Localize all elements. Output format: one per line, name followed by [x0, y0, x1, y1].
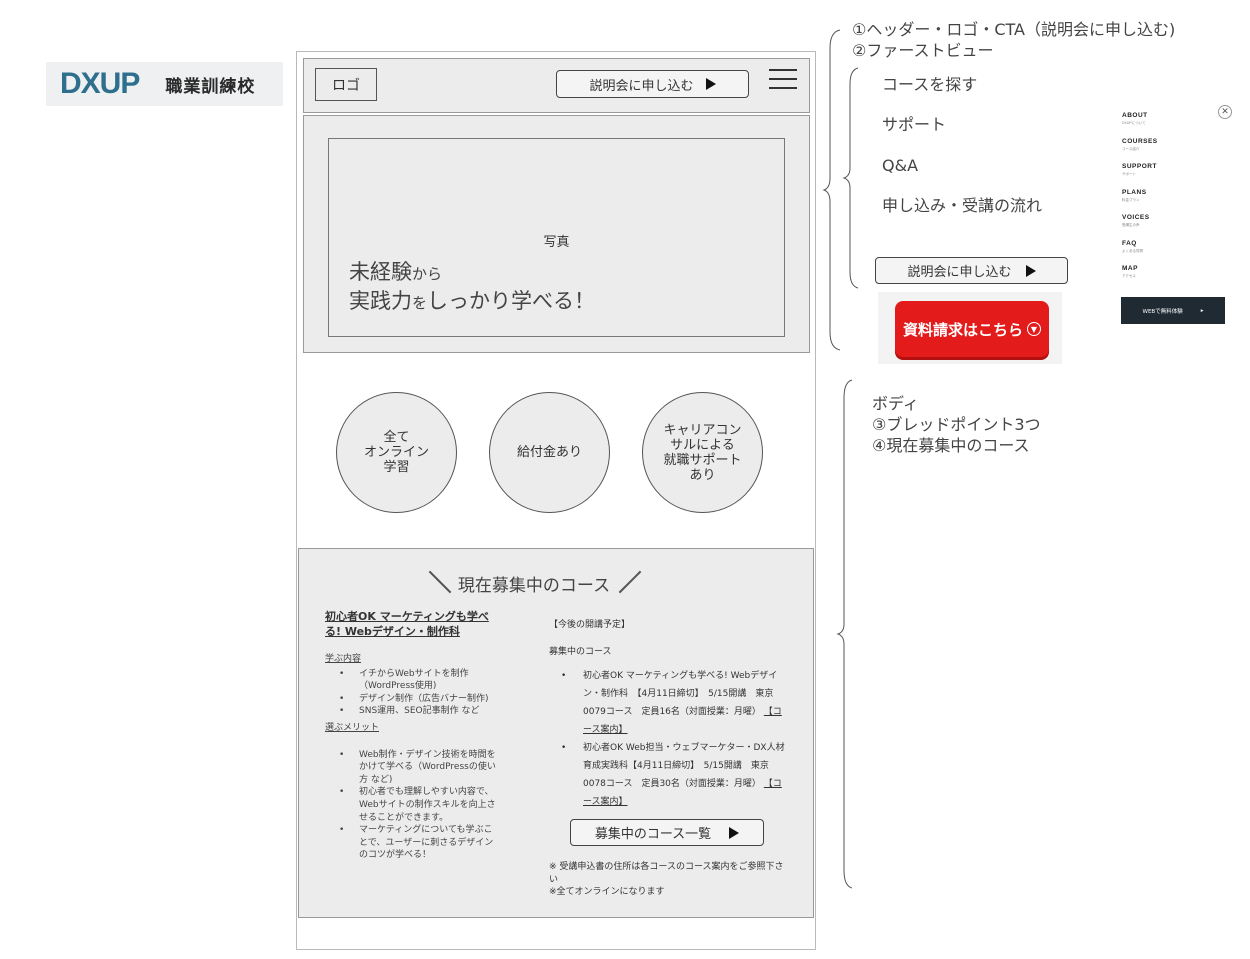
course-list-label: 募集中のコース一覧 [594, 827, 712, 842]
side-menu-item[interactable]: COURSES コース紹介 [1122, 138, 1158, 152]
red-button-sample: 資料請求はこちら ▼ [878, 292, 1062, 364]
merit-label: 選ぶメリット [325, 722, 380, 733]
annotation-header: ①ヘッダー・ロゴ・CTA（説明会に申し込む) ②ファーストビュー [852, 20, 1176, 60]
bullet-point-career-support: キャリアコン サルによる 就職サポート あり [642, 392, 763, 513]
open-courses-label: 募集中のコース [549, 647, 612, 657]
chevron-right-icon: ▸ [1200, 307, 1204, 314]
menu-seminar-cta-button[interactable]: 説明会に申し込む [875, 257, 1068, 284]
course-heading[interactable]: 初心者OK マーケティングも学べる! Webデザイン・制作科 [325, 609, 500, 639]
side-menu-item[interactable]: MAP アクセス [1122, 265, 1138, 279]
course-schedule-column: 【今後の開講予定】 募集中のコース 初心者OK マーケティングも学べる! Web… [549, 617, 789, 811]
course-detail-column: 初心者OK マーケティングも学べる! Webデザイン・制作科 学ぶ内容 イチから… [325, 609, 500, 866]
menu-cta-label: 説明会に申し込む [907, 265, 1012, 280]
hamburger-menu-icon[interactable] [769, 69, 797, 89]
side-menu-item[interactable]: VOICES 受講生の声 [1122, 214, 1150, 228]
menu-item-support[interactable]: サポート [882, 114, 946, 135]
brace-menu [842, 67, 859, 289]
play-arrow-icon [729, 826, 740, 839]
side-menu-item[interactable]: PLANS 料金プラン [1122, 189, 1147, 203]
request-document-button[interactable]: 資料請求はこちら ▼ [895, 301, 1049, 357]
list-item: Web制作・デザイン技術を時間をかけて学べる（WordPressの使い方 など) [339, 749, 500, 787]
seminar-cta-label: 説明会に申し込む [589, 78, 694, 94]
first-view: 写真 未経験から 実践力をしっかり学べる！ [303, 115, 810, 353]
learn-label: 学ぶ内容 [325, 654, 362, 664]
list-item: 初心者OK Web担当・ウェブマーケター・DX人材育成実践科【4月11日締切】 … [561, 739, 789, 811]
menu-item-application-flow[interactable]: 申し込み・受講の流れ [882, 195, 1042, 216]
side-menu-item[interactable]: SUPPORT サポート [1122, 163, 1157, 177]
current-courses-section: 現在募集中のコース 初心者OK マーケティングも学べる! Webデザイン・制作科… [298, 548, 814, 918]
play-arrow-icon [1025, 264, 1036, 277]
header: ロゴ 説明会に申し込む [303, 58, 810, 113]
list-item: マーケティングについても学ぶことで、ユーザーに刺さるデザインのコツが学べる！ [339, 824, 500, 862]
list-item: イチからWebサイトを制作（WordPress使用) [339, 668, 500, 693]
annotation-body: ボディ ③ブレッドポイント3つ ④現在募集中のコース [872, 394, 1041, 455]
hero-catchcopy: 未経験から 実践力をしっかり学べる！ [349, 260, 596, 313]
side-menu-sample: ✕ ABOUT DXUPについて COURSES コース紹介 SUPPORT サポート… [1111, 105, 1234, 330]
seminar-cta-button[interactable]: 説明会に申し込む [556, 70, 749, 98]
bullet-point-online: 全て オンライン 学習 [336, 392, 457, 513]
brand-mark: DXUP [60, 67, 140, 100]
menu-item-find-course[interactable]: コースを探す [882, 74, 977, 95]
list-item: 初心者でも理解しやすい内容で、Webサイトの制作スキルを向上させることができます… [339, 786, 500, 824]
close-icon[interactable]: ✕ [1218, 105, 1232, 119]
brand-logo: DXUP 職業訓練校 [46, 62, 283, 106]
course-list-button[interactable]: 募集中のコース一覧 [570, 819, 764, 846]
hero-photo-placeholder: 写真 未経験から 実践力をしっかり学べる！ [328, 138, 785, 337]
play-arrow-icon [705, 78, 716, 90]
brand-text: 職業訓練校 [165, 76, 256, 97]
schedule-label: 【今後の開講予定】 [549, 620, 631, 630]
list-item: デザイン制作（広告バナー制作) [339, 693, 500, 706]
list-item: SNS運用、SEO記事制作 など [339, 705, 500, 718]
list-item: 初心者OK マーケティングも学べる! Webデザイン・制作科 【4月11日締切】… [561, 667, 789, 739]
web-trial-button[interactable]: WEBで無料体験 ▸ [1121, 297, 1225, 324]
course-notes: ※ 受講申込書の住所は各コースのコース案内をご参照下さい ※全てオンラインになり… [549, 862, 784, 897]
photo-label: 写真 [543, 235, 570, 250]
wireframe-phone: ロゴ 説明会に申し込む 写真 未経験から 実践力をしっかり学べる！ 全て オンライ… [296, 51, 816, 950]
side-menu-item[interactable]: FAQ よくある質問 [1122, 240, 1143, 254]
menu-item-qa[interactable]: Q&A [882, 155, 918, 176]
courses-title: 現在募集中のコース [457, 576, 611, 596]
logo-placeholder[interactable]: ロゴ [315, 68, 377, 101]
brace-body [836, 379, 853, 889]
chevron-down-icon: ▼ [1027, 322, 1041, 336]
bullet-point-subsidy: 給付金あり [489, 392, 610, 513]
side-menu-item[interactable]: ABOUT DXUPについて [1122, 112, 1148, 126]
